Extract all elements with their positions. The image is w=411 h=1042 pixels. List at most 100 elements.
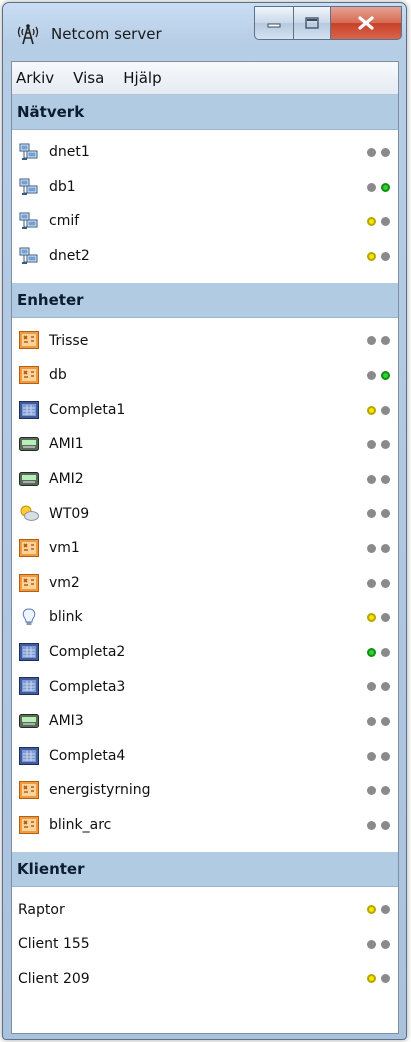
- status-indicators: [362, 613, 390, 623]
- status-dot-off: [367, 820, 376, 830]
- list-item-completa1[interactable]: Completa1: [12, 393, 398, 428]
- menu-visa[interactable]: Visa: [73, 69, 104, 87]
- item-label: vm1: [49, 540, 80, 557]
- orange-device-icon: [19, 781, 39, 800]
- completa-icon: [19, 746, 39, 765]
- status-dot-yellow: [367, 405, 376, 415]
- client-row-client-209[interactable]: Client 209: [12, 961, 398, 996]
- close-button[interactable]: [331, 6, 402, 40]
- status-dot-off: [381, 405, 390, 415]
- status-indicators: [362, 786, 390, 796]
- network-icon: [19, 212, 39, 230]
- completa-icon: [19, 642, 39, 661]
- list-item-energistyrning[interactable]: energistyrning: [12, 773, 398, 808]
- item-label: db1: [49, 178, 76, 195]
- item-label: vm2: [49, 574, 80, 591]
- status-dot-off: [381, 939, 390, 949]
- list-item-db1[interactable]: db1: [12, 170, 398, 205]
- status-indicators: [362, 716, 390, 726]
- item-label: dnet1: [49, 144, 90, 161]
- close-icon: [358, 16, 374, 30]
- window-title: Netcom server: [51, 25, 162, 43]
- section-header-klienter: Klienter: [12, 852, 398, 888]
- item-label: Client 209: [18, 970, 90, 987]
- status-dot-off: [367, 182, 376, 192]
- status-dot-off: [381, 682, 390, 692]
- client-row-raptor[interactable]: Raptor: [12, 892, 398, 927]
- status-indicators: [362, 509, 390, 519]
- list-item-blink-arc[interactable]: blink_arc: [12, 808, 398, 843]
- list-item-trisse[interactable]: Trisse: [12, 323, 398, 358]
- status-indicators: [362, 440, 390, 450]
- list-item-db[interactable]: db: [12, 358, 398, 393]
- status-dot-yellow: [367, 613, 376, 623]
- status-dot-green: [381, 370, 390, 380]
- status-dot-yellow: [367, 251, 376, 261]
- status-dot-off: [367, 578, 376, 588]
- status-dot-off: [381, 217, 390, 227]
- list-item-vm2[interactable]: vm2: [12, 566, 398, 601]
- status-dot-off: [367, 509, 376, 519]
- menu-arkiv[interactable]: Arkiv: [16, 69, 54, 87]
- menu-bar: Arkiv Visa Hjälp: [12, 62, 398, 95]
- status-dot-off: [367, 751, 376, 761]
- item-label: WT09: [49, 505, 90, 522]
- orange-device-icon: [19, 538, 39, 557]
- status-indicators: [362, 370, 390, 380]
- enheter-list: Trisse db Completa1 AMI1 AMI2 WT09 vm1 vm2 blink…: [12, 318, 398, 852]
- list-item-ami2[interactable]: AMI2: [12, 462, 398, 497]
- natverk-list: dnet1 db1 cmif dnet2: [12, 130, 398, 283]
- ami-meter-icon: [19, 470, 39, 488]
- menu-hjalp[interactable]: Hjälp: [123, 69, 161, 87]
- status-indicators: [362, 251, 390, 261]
- status-dot-off: [381, 974, 390, 984]
- list-item-dnet1[interactable]: dnet1: [12, 135, 398, 170]
- item-label: AMI3: [49, 713, 84, 730]
- title-bar[interactable]: Netcom server: [3, 3, 406, 61]
- status-indicators: [362, 578, 390, 588]
- weather-icon: [19, 504, 39, 522]
- status-dot-green: [367, 647, 376, 657]
- item-label: Completa3: [49, 678, 126, 695]
- minimize-icon: [267, 23, 281, 28]
- status-dot-off: [367, 370, 376, 380]
- status-dot-off: [367, 939, 376, 949]
- network-icon: [19, 178, 39, 196]
- status-indicators: [362, 939, 390, 949]
- list-item-blink[interactable]: blink: [12, 600, 398, 635]
- item-label: cmif: [49, 213, 80, 230]
- status-indicators: [362, 974, 390, 984]
- status-dot-off: [381, 786, 390, 796]
- status-dot-off: [381, 440, 390, 450]
- status-indicators: [362, 543, 390, 553]
- orange-device-icon: [19, 365, 39, 384]
- status-indicators: [362, 905, 390, 915]
- status-dot-off: [381, 647, 390, 657]
- list-item-ami1[interactable]: AMI1: [12, 427, 398, 462]
- list-item-ami3[interactable]: AMI3: [12, 704, 398, 739]
- orange-device-icon: [19, 815, 39, 834]
- list-item-vm1[interactable]: vm1: [12, 531, 398, 566]
- app-window: Netcom server Arkiv Visa Hjälp Nätverk d…: [2, 2, 407, 1040]
- status-dot-off: [381, 474, 390, 484]
- item-label: Completa2: [49, 644, 126, 661]
- item-label: Completa4: [49, 747, 126, 764]
- maximize-button[interactable]: [294, 6, 331, 40]
- status-dot-off: [367, 440, 376, 450]
- client-row-client-155[interactable]: Client 155: [12, 927, 398, 962]
- list-item-completa2[interactable]: Completa2: [12, 635, 398, 670]
- klienter-list: Raptor Client 155 Client 209: [12, 887, 398, 1006]
- list-item-wt09[interactable]: WT09: [12, 496, 398, 531]
- list-item-dnet2[interactable]: dnet2: [12, 239, 398, 274]
- status-dot-off: [381, 613, 390, 623]
- status-indicators: [362, 751, 390, 761]
- section-header-natverk: Nätverk: [12, 95, 398, 130]
- minimize-button[interactable]: [254, 6, 294, 40]
- status-dot-off: [367, 336, 376, 346]
- list-item-completa3[interactable]: Completa3: [12, 669, 398, 704]
- list-item-completa4[interactable]: Completa4: [12, 739, 398, 774]
- status-indicators: [362, 474, 390, 484]
- status-indicators: [362, 182, 390, 192]
- list-item-cmif[interactable]: cmif: [12, 204, 398, 239]
